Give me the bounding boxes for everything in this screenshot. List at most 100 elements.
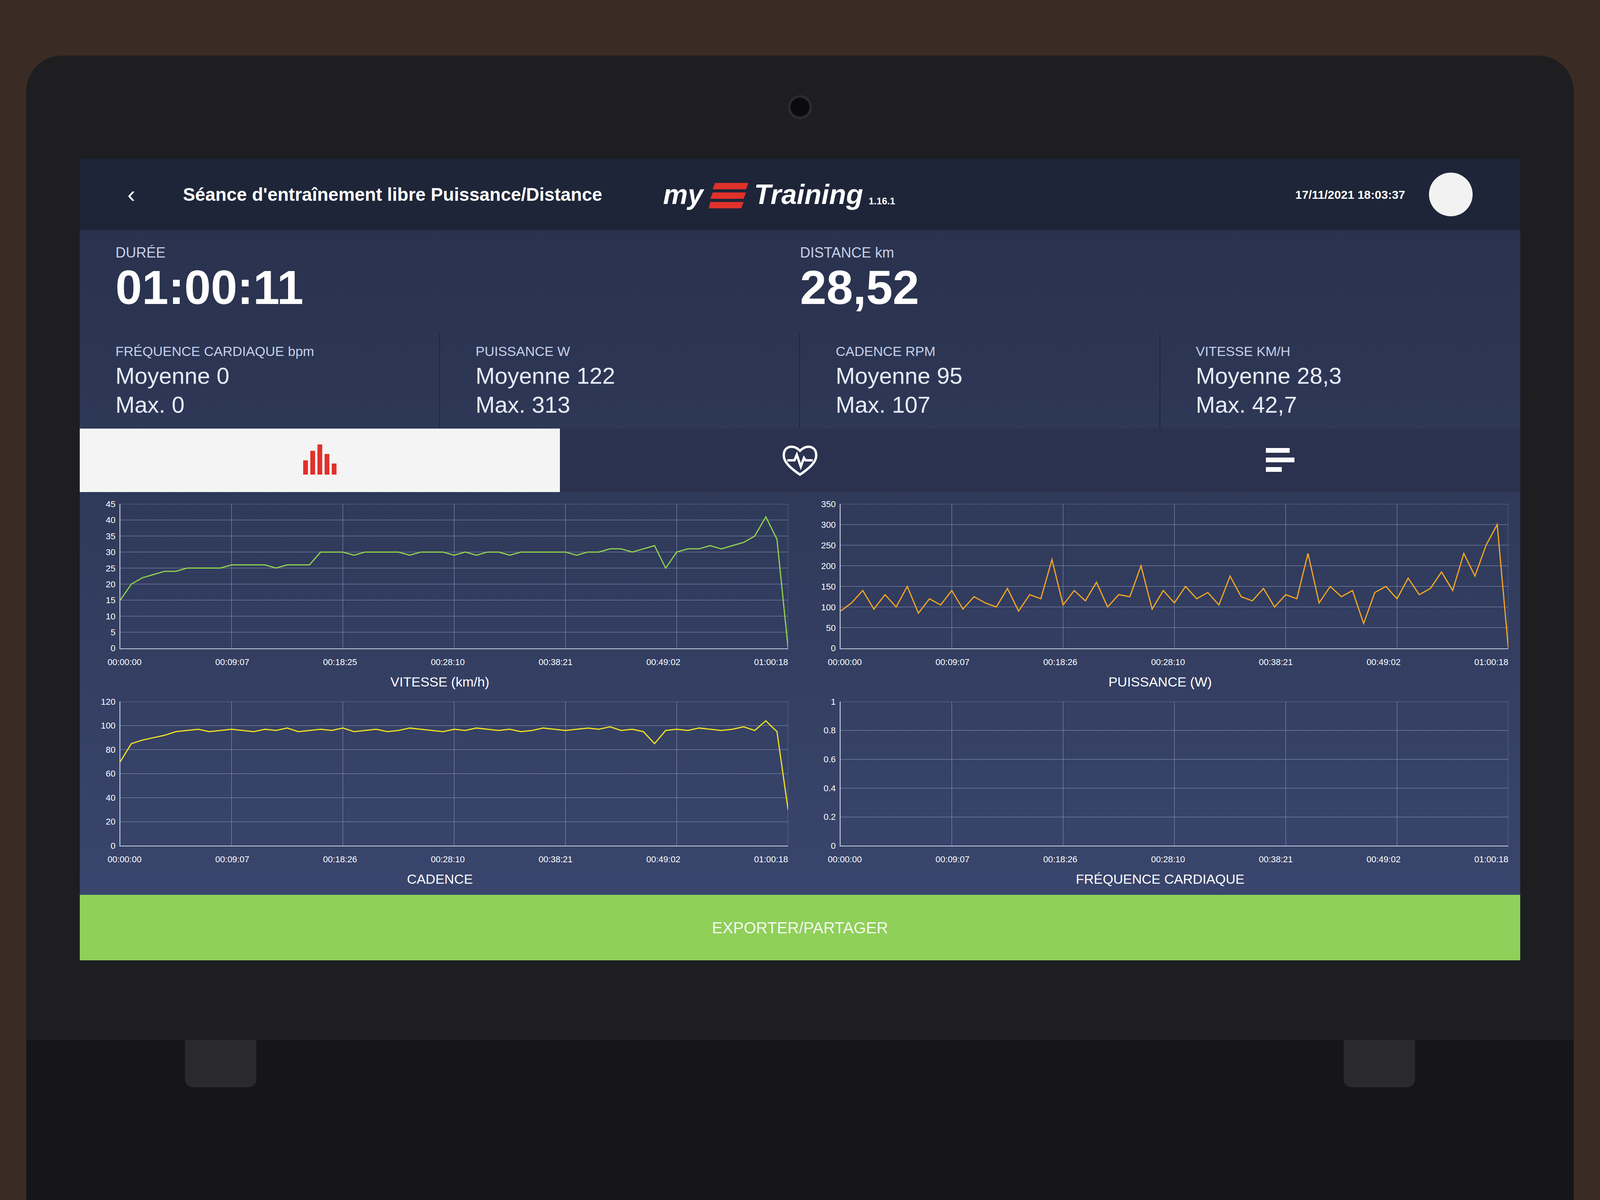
x-axis: 00:00:0000:09:0700:18:2600:28:1000:38:21…: [91, 850, 789, 866]
x-tick: 00:28:10: [1151, 655, 1186, 669]
y-tick: 0: [110, 841, 116, 851]
export-button[interactable]: EXPORTER/PARTAGER: [79, 894, 1521, 961]
back-button[interactable]: ‹: [127, 176, 160, 213]
y-tick: 0: [110, 644, 116, 653]
header-bar: ‹Séance d'entraînement libre Puissance/D…: [79, 158, 1521, 231]
x-tick: 00:49:02: [646, 655, 681, 669]
summary-icon: [1264, 446, 1297, 475]
x-axis: 00:00:0000:09:0700:18:2600:28:1000:38:21…: [811, 653, 1509, 669]
x-tick: 01:00:18: [1474, 852, 1509, 866]
summary-item: DURÉE01:00:11: [115, 242, 800, 334]
histogram-icon: [300, 444, 340, 477]
chart-plot: [840, 701, 1509, 847]
tab[interactable]: [79, 428, 560, 493]
y-tick: 20: [105, 817, 116, 827]
stats-row: FRÉQUENCE CARDIAQUE bpmMoyenne 0Max. 0PU…: [79, 333, 1521, 429]
chart: 35030025020015010050000:00:0000:09:0700:…: [811, 500, 1509, 698]
page: ‹Séance d'entraînement libre Puissance/D…: [0, 0, 1600, 1200]
y-tick: 50: [826, 623, 836, 633]
chart-title: PUISSANCE (W): [811, 668, 1509, 698]
laptop-base: [26, 1039, 1574, 1200]
y-tick: 10: [105, 612, 116, 622]
x-tick: 00:09:07: [935, 852, 970, 866]
chart: 12010080604020000:00:0000:09:0700:18:260…: [91, 697, 789, 896]
charts-grid: 45403530252015105000:00:0000:09:0700:18:…: [79, 492, 1521, 895]
y-axis: 350300250200150100500: [811, 500, 836, 654]
chart-plot: [120, 503, 789, 649]
x-tick: 00:18:26: [1043, 655, 1078, 669]
y-tick: 15: [105, 596, 116, 605]
x-tick: 00:28:10: [430, 655, 466, 669]
chart: 45403530252015105000:00:0000:09:0700:18:…: [91, 500, 789, 698]
y-tick: 0: [830, 841, 836, 851]
y-tick: 30: [105, 548, 116, 557]
stat-card: CADENCE RPMMoyenne 95Max. 107: [800, 333, 1161, 429]
y-tick: 1: [830, 697, 836, 707]
y-tick: 0: [830, 644, 836, 653]
y-tick: 20: [105, 580, 116, 589]
summary-row: DURÉE01:00:11DISTANCE km28,52: [79, 230, 1521, 334]
chart-plot: [120, 701, 789, 847]
hinge: [184, 1039, 257, 1088]
y-tick: 100: [100, 721, 116, 731]
x-tick: 00:09:07: [935, 655, 970, 669]
stat-card: VITESSE KM/HMoyenne 28,3Max. 42,7: [1160, 333, 1521, 429]
chart-title: VITESSE (km/h): [91, 668, 789, 698]
x-tick: 00:18:26: [1043, 852, 1078, 866]
hinge: [1343, 1039, 1416, 1088]
laptop-lid: ‹Séance d'entraînement libre Puissance/D…: [26, 55, 1574, 1040]
y-tick: 350: [821, 500, 836, 509]
tab[interactable]: [559, 428, 1041, 493]
series-line: [120, 720, 789, 810]
tab-bar: [79, 428, 1521, 493]
chart-title: CADENCE: [91, 865, 789, 895]
chart-plot: [840, 503, 1509, 649]
y-tick: 150: [821, 582, 836, 592]
x-axis: 00:00:0000:09:0700:18:2500:28:1000:38:21…: [91, 653, 789, 669]
datetime: 17/11/2021 18:03:37: [1295, 185, 1406, 204]
stat-card: PUISSANCE WMoyenne 122Max. 313: [440, 333, 801, 429]
y-axis: 120100806040200: [91, 697, 116, 851]
webcam-icon: [788, 95, 812, 120]
y-tick: 60: [105, 769, 116, 779]
version: 1.16.1: [868, 194, 896, 209]
y-tick: 40: [105, 515, 116, 525]
y-tick: 120: [100, 697, 116, 707]
y-tick: 35: [105, 532, 116, 541]
x-tick: 00:38:21: [1258, 852, 1293, 866]
y-tick: 0.8: [823, 726, 836, 735]
y-tick: 200: [821, 561, 836, 571]
x-tick: 00:09:07: [215, 655, 250, 669]
y-tick: 100: [821, 603, 836, 612]
plot-area: [839, 701, 1509, 847]
x-tick: 01:00:18: [753, 655, 789, 669]
y-tick: 80: [105, 745, 116, 755]
logo: myTraining1.16.1: [663, 180, 896, 209]
x-tick: 00:00:00: [827, 655, 862, 669]
logo-stripes-icon: [708, 182, 749, 209]
y-tick: 0.4: [823, 784, 836, 793]
stat-card: FRÉQUENCE CARDIAQUE bpmMoyenne 0Max. 0: [79, 333, 441, 429]
y-tick: 0.6: [823, 755, 836, 764]
camera-row: [788, 55, 812, 159]
x-tick: 00:00:00: [827, 852, 862, 866]
x-tick: 01:00:18: [753, 852, 789, 866]
y-axis: 454035302520151050: [91, 500, 116, 654]
x-tick: 00:38:21: [538, 655, 573, 669]
heart-icon: [780, 442, 820, 478]
x-tick: 00:49:02: [1366, 852, 1401, 866]
x-tick: 00:28:10: [430, 852, 466, 866]
plot-area: [119, 503, 789, 650]
x-tick: 00:49:02: [1366, 655, 1401, 669]
x-tick: 00:38:21: [538, 852, 573, 866]
avatar-icon[interactable]: [1428, 172, 1473, 217]
y-tick: 300: [821, 520, 836, 530]
chart-title: FRÉQUENCE CARDIAQUE: [811, 865, 1509, 895]
x-tick: 00:09:07: [215, 852, 250, 866]
x-tick: 01:00:18: [1474, 655, 1509, 669]
y-tick: 45: [105, 500, 116, 509]
x-tick: 00:18:26: [323, 852, 358, 866]
tab[interactable]: [1040, 428, 1521, 493]
plot-area: [839, 503, 1509, 650]
x-axis: 00:00:0000:09:0700:18:2600:28:1000:38:21…: [811, 850, 1509, 866]
